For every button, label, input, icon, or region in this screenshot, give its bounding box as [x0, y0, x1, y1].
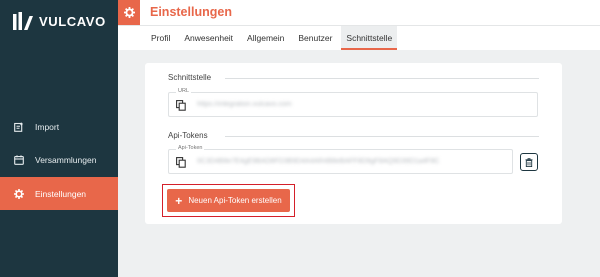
trash-icon — [525, 157, 533, 167]
page-title: Einstellungen — [150, 5, 232, 19]
url-value: https://integration.vulcavo.com — [197, 101, 292, 108]
sidebar-item-versammlungen[interactable]: Versammlungen — [0, 143, 118, 176]
url-field-caption: URL — [176, 88, 192, 94]
sidebar-item-import[interactable]: Import — [0, 110, 118, 143]
tab-schnittstelle[interactable]: Schnittstelle — [341, 26, 398, 50]
sidebar-item-label: Versammlungen — [35, 154, 97, 165]
add-api-token-button[interactable]: + Neuen Api-Token erstellen — [167, 189, 290, 212]
tab-allgemein[interactable]: Allgemein — [242, 26, 289, 50]
api-token-field-caption: Api-Token — [176, 145, 205, 151]
gear-icon — [14, 188, 24, 199]
plus-icon: + — [175, 193, 183, 208]
tab-bar: Profil Anwesenheit Allgemein Benutzer Sc… — [118, 25, 600, 50]
vulcavo-logo-icon — [13, 12, 33, 30]
sidebar-item-label: Einstellungen — [35, 188, 87, 199]
tab-anwesenheit[interactable]: Anwesenheit — [179, 26, 238, 50]
sidebar-item-label: Import — [35, 121, 60, 132]
sidebar-item-einstellungen[interactable]: Einstellungen — [0, 177, 118, 210]
url-field[interactable]: URL https://integration.vulcavo.com — [168, 88, 538, 117]
page-header: Einstellungen — [118, 0, 600, 25]
sidebar: VULCAVO Import Versammlungen Einstellung… — [0, 0, 118, 277]
copy-icon[interactable] — [176, 157, 186, 168]
api-token-field[interactable]: Api-Token 0C3D4B8e7E4gE9BAD8FD3B9D4A4AR4… — [168, 145, 513, 174]
import-icon — [14, 122, 24, 132]
copy-icon[interactable] — [176, 100, 186, 111]
section-divider — [225, 136, 539, 137]
section-title-api-tokens: Api-Tokens — [168, 131, 208, 140]
section-divider — [225, 78, 539, 79]
section-title-schnittstelle: Schnittstelle — [168, 73, 212, 82]
delete-token-button[interactable] — [520, 153, 538, 171]
tab-profil[interactable]: Profil — [146, 26, 175, 50]
calendar-icon — [14, 154, 24, 165]
logo[interactable]: VULCAVO — [13, 12, 106, 30]
brand-name: VULCAVO — [39, 13, 106, 29]
tab-benutzer[interactable]: Benutzer — [293, 26, 337, 50]
api-token-value: 0C3D4B8e7E4gE9BAD8FD3B9D4A4AR4B8eBAFF8D9… — [197, 158, 440, 165]
add-api-token-label: Neuen Api-Token erstellen — [188, 196, 282, 205]
gear-icon — [118, 0, 140, 25]
